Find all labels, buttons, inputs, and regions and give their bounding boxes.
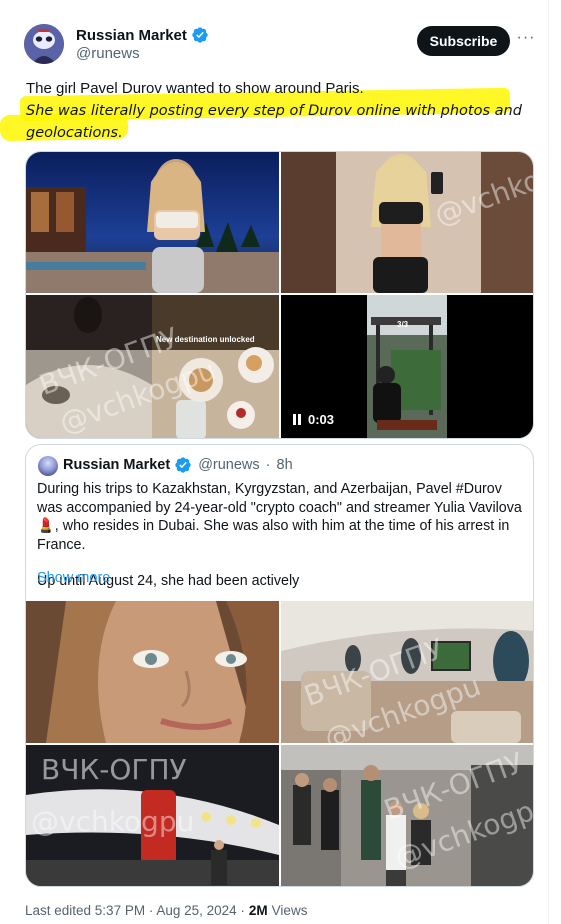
photo-tile[interactable]: ВЧК-ОГПУ @vchkogpu <box>26 745 279 886</box>
quoted-time: 8h <box>276 457 293 473</box>
tweet-line: The girl Pavel Durov wanted to show arou… <box>26 80 364 97</box>
tweet-highlighted-line: She was literally posting every step of … <box>26 103 522 141</box>
media-grid: @vchkogpu New destination unlocked ВЧК-О… <box>25 151 534 439</box>
woman-night-pool-photo <box>26 152 279 293</box>
quoted-tweet[interactable]: Russian Market @runews · 8h During his t… <box>25 444 534 887</box>
author-handle[interactable]: @runews <box>76 45 140 62</box>
verified-badge-icon <box>192 27 208 43</box>
quoted-paragraph: Up until August 24, she had been activel… <box>37 573 300 589</box>
author-name-row[interactable]: Russian Market <box>76 26 209 44</box>
video-tile[interactable]: 3/3 0:03 <box>281 295 533 438</box>
author-avatar[interactable] <box>24 24 64 64</box>
photo-tile[interactable]: New destination unlocked ВЧК-ОГПУ @vchko… <box>26 295 279 438</box>
video-time-label: 0:03 <box>308 412 335 427</box>
quoted-media-grid: ВЧК-ОГПУ @vchkogpu ВЧК-ОГПУ @vchkogpu ВЧ… <box>26 601 533 886</box>
quoted-paragraph: During his trips to Kazakhstan, Kyrgyzst… <box>37 481 522 553</box>
quoted-author-avatar <box>38 456 58 476</box>
author-display-name[interactable]: Russian Market <box>76 27 187 44</box>
video-timestamp[interactable]: 0:03 <box>293 412 334 427</box>
separator: · <box>265 457 271 473</box>
views-count: 2M <box>248 903 268 918</box>
photo-tile[interactable] <box>26 152 279 293</box>
photo-tile[interactable]: @vchkogpu <box>281 152 533 293</box>
show-more-link[interactable]: Show more <box>37 570 110 586</box>
quoted-text: During his trips to Kazakhstan, Kyrgyzst… <box>37 480 527 591</box>
quoted-header: Russian Market @runews · 8h <box>63 456 293 474</box>
watermark: @vchkogpu <box>31 805 195 838</box>
tweet-text: The girl Pavel Durov wanted to show arou… <box>26 78 526 144</box>
story-counter: 3/3 <box>397 320 409 329</box>
quoted-handle: @runews <box>198 457 260 473</box>
photo-tile[interactable]: ВЧК-ОГПУ @vchkogpu <box>281 745 533 886</box>
pause-icon[interactable] <box>293 414 301 425</box>
edited-timestamp[interactable]: Last edited 5:37 PM · Aug 25, 2024 · <box>25 903 245 918</box>
woman-closeup-photo <box>26 601 279 743</box>
tweet-footer: Last edited 5:37 PM · Aug 25, 2024 · 2M … <box>25 903 307 918</box>
photo-tile[interactable]: ВЧК-ОГПУ @vchkogpu <box>281 601 533 743</box>
subscribe-button[interactable]: Subscribe <box>417 26 510 56</box>
verified-badge-icon <box>175 457 191 473</box>
photo-tile[interactable] <box>26 601 279 743</box>
woman-mirror-selfie-photo <box>281 152 533 293</box>
column-border <box>548 0 549 924</box>
watermark: ВЧК-ОГПУ <box>41 753 187 786</box>
more-horizontal-icon[interactable]: ··· <box>516 30 536 50</box>
views-label: Views <box>271 903 308 918</box>
cartoon-avatar-icon <box>24 24 64 64</box>
quoted-display-name: Russian Market <box>63 457 171 473</box>
